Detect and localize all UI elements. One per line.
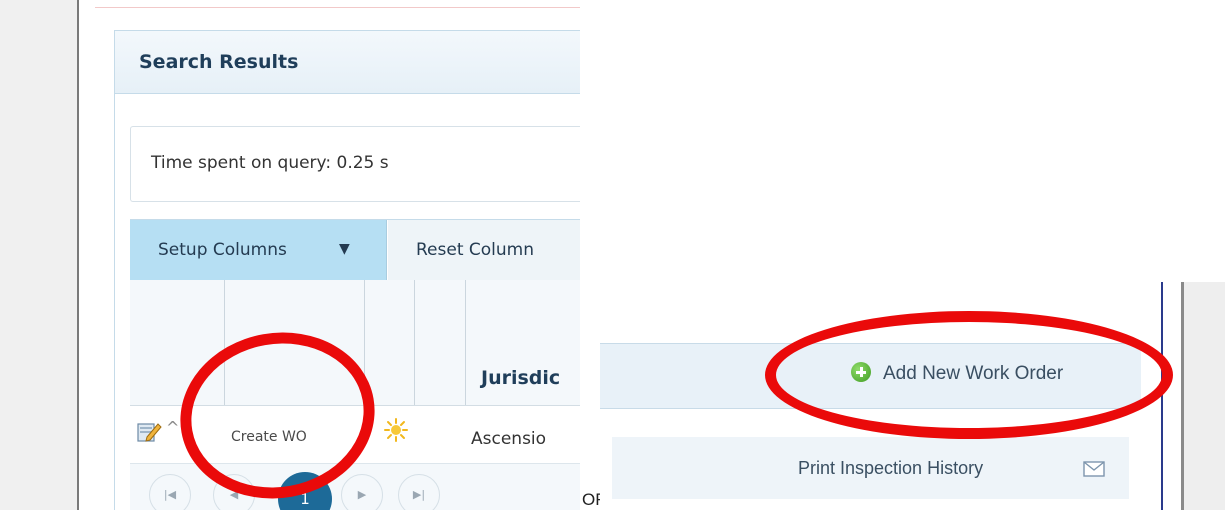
left-gutter-divider [77,0,79,510]
reset-columns-button[interactable]: Reset Column [388,220,580,280]
chevron-down-icon: ▼ [339,241,350,257]
last-page-button[interactable]: ▶| [398,474,440,510]
column-separator [224,280,225,405]
panel-header: Search Results [115,31,580,94]
mail-icon[interactable] [1083,461,1105,477]
next-page-button[interactable]: ▶ [341,474,383,510]
print-inspection-history-row[interactable]: Print Inspection History [612,437,1129,499]
panel-title: Search Results [139,51,299,73]
search-results-panel: Search Results Time spent on query: 0.25… [114,30,580,510]
create-wo-tooltip[interactable]: Create WO [231,429,307,445]
left-gutter [0,0,77,510]
current-page-button[interactable]: 1 [278,472,332,510]
table-row[interactable]: ^ Create WO Ascensio [130,406,580,462]
panel-border [1161,282,1163,510]
left-screenshot: Search Results Time spent on query: 0.25… [0,0,580,510]
column-separator [414,280,415,405]
pager: |◀ ◀ 1 ▶ ▶| [130,463,580,510]
actions-header: Add New Work Order [600,343,1141,409]
print-inspection-history-link[interactable]: Print Inspection History [798,458,983,479]
jurisdiction-column-header[interactable]: Jurisdic [481,367,560,389]
add-circle-icon[interactable] [851,362,871,382]
query-info-box: Time spent on query: 0.25 s [130,126,580,202]
grid-header: Jurisdic [130,280,580,406]
expand-caret-icon[interactable]: ^ [166,418,179,437]
setup-columns-label: Setup Columns [158,240,287,260]
right-gutter-divider [1181,282,1184,510]
edit-icon[interactable] [137,420,162,443]
add-new-work-order-link[interactable]: Add New Work Order [883,363,1063,385]
first-page-button[interactable]: |◀ [149,474,191,510]
sun-icon[interactable] [384,418,408,442]
column-separator [465,280,466,405]
right-screenshot: Add New Work Order Print Inspection Hist… [600,282,1225,510]
top-strip [79,0,580,8]
column-separator [364,280,365,405]
reset-columns-label: Reset Column [416,240,534,260]
right-gutter [1181,282,1225,510]
jurisdiction-cell: Ascensio [471,429,547,449]
previous-page-button[interactable]: ◀ [213,474,255,510]
query-time-text: Time spent on query: 0.25 s [151,153,389,173]
setup-columns-button[interactable]: Setup Columns ▼ [130,220,387,280]
grid-toolbar: Setup Columns ▼ Reset Column [130,219,580,281]
